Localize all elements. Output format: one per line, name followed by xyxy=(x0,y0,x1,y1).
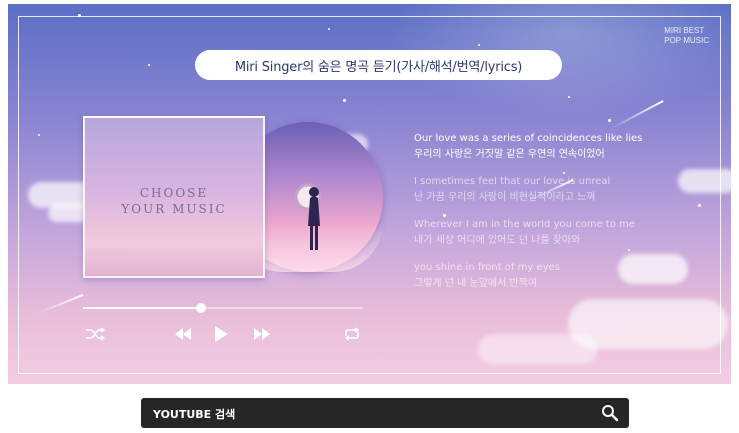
rewind-button[interactable] xyxy=(171,324,195,344)
lyrics-panel: Our love was a series of coincidences li… xyxy=(414,131,714,303)
album-title-line: CHOOSE xyxy=(139,186,209,200)
cloud xyxy=(478,334,598,364)
fast-forward-icon xyxy=(254,328,270,340)
girl-silhouette xyxy=(308,187,320,250)
repeat-icon xyxy=(344,327,360,341)
star xyxy=(328,28,330,30)
star xyxy=(148,64,150,66)
page-title-text: Miri Singer의 숨은 명곡 듣기(가사/해석/번역/lyrics) xyxy=(234,59,523,75)
brand-logo: MIRI BEST POP MUSIC xyxy=(664,26,709,46)
star xyxy=(343,99,346,102)
lyric-korean: 그렇게 넌 내 눈앞에서 반짝여 xyxy=(414,278,538,289)
lyric-block: you shine in front of my eyes 그렇게 넌 내 눈앞… xyxy=(414,260,714,292)
album-title-line: YOUR MUSIC xyxy=(121,202,227,216)
star xyxy=(608,119,611,122)
repeat-button[interactable] xyxy=(340,324,364,344)
star xyxy=(78,14,81,17)
progress-fill xyxy=(83,307,201,309)
play-icon xyxy=(215,326,228,342)
lyric-block: Our love was a series of coincidences li… xyxy=(414,131,714,163)
shuffle-icon xyxy=(86,327,105,341)
lyric-korean: 내가 세상 어디에 있어도 넌 나를 찾아와 xyxy=(414,235,581,246)
lyric-english: Our love was a series of coincidences li… xyxy=(414,133,643,144)
star xyxy=(568,96,570,98)
search-icon[interactable] xyxy=(601,404,619,422)
fast-forward-button[interactable] xyxy=(250,324,274,344)
play-button[interactable] xyxy=(209,324,233,344)
music-banner: Miri Singer의 숨은 명곡 듣기(가사/해석/번역/lyrics) M… xyxy=(8,4,731,384)
lyric-english: I sometimes feel that our love is unreal xyxy=(414,176,611,187)
lyric-block: Wherever I am in the world you come to m… xyxy=(414,217,714,249)
star xyxy=(38,134,40,136)
album-cover[interactable]: CHOOSE YOUR MUSIC xyxy=(83,116,265,278)
search-input[interactable] xyxy=(151,398,585,430)
progress-bar[interactable] xyxy=(83,303,363,313)
progress-knob[interactable] xyxy=(195,303,206,313)
lyric-korean: 우리의 사랑은 거짓말 같은 우연의 연속이었어 xyxy=(414,149,605,160)
star xyxy=(478,44,480,46)
shuffle-button[interactable] xyxy=(83,324,107,344)
page-title: Miri Singer의 숨은 명곡 듣기(가사/해석/번역/lyrics) xyxy=(195,50,562,80)
rewind-icon xyxy=(175,328,191,340)
lyric-english: Wherever I am in the world you come to m… xyxy=(414,219,635,230)
album-ground xyxy=(85,248,263,276)
youtube-search-bar xyxy=(141,398,629,430)
lyric-korean: 난 가끔 우리의 사랑이 비현실적이라고 느껴 xyxy=(414,192,596,203)
brand-line: MIRI BEST xyxy=(664,26,705,35)
lyric-block: I sometimes feel that our love is unreal… xyxy=(414,174,714,206)
brand-line: POP MUSIC xyxy=(664,36,709,45)
lyric-english: you shine in front of my eyes xyxy=(414,262,560,273)
